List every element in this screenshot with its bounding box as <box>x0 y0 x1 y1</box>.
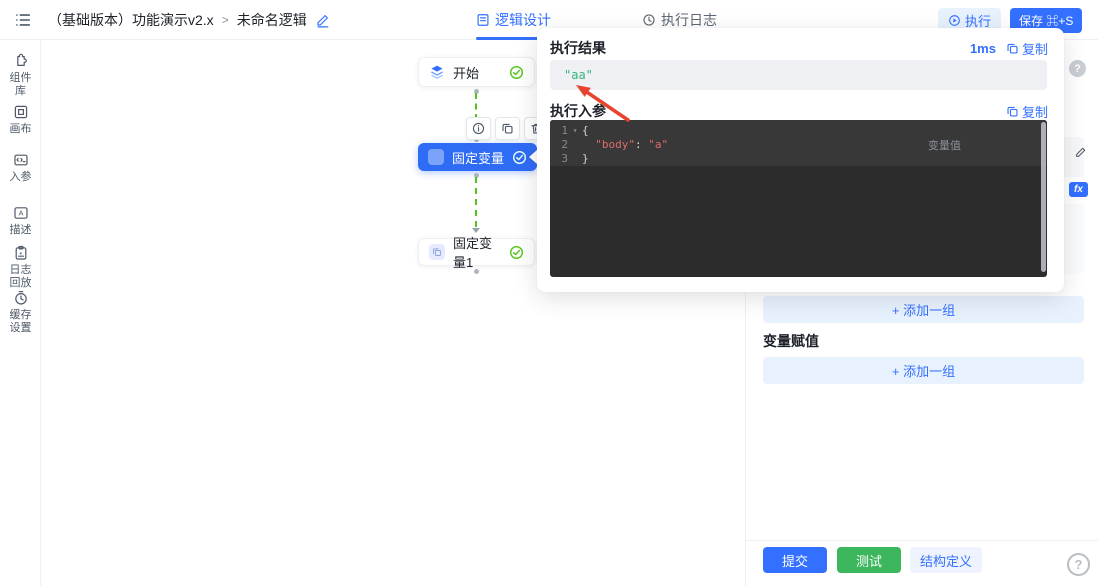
editor-scrollbar[interactable] <box>1041 122 1046 272</box>
sidebar-item-canvas[interactable]: 画布 <box>0 104 41 136</box>
breadcrumb: （基础版本）功能演示v2.x > 未命名逻辑 <box>48 0 330 40</box>
json-colon: : <box>635 138 649 151</box>
global-help-icon[interactable]: ? <box>1067 553 1090 576</box>
add-group-button[interactable]: + 添加一组 <box>763 357 1084 384</box>
copy-params-button[interactable]: 复制 <box>1006 102 1048 121</box>
editor-line: 1 ▾ { <box>550 124 1047 138</box>
svg-text:A: A <box>18 209 23 218</box>
footer-divider <box>746 540 1098 541</box>
sidebar-item-label: 缓存设置 <box>9 309 32 334</box>
params-header-row: 执行入参 复制 <box>550 101 1048 121</box>
description-icon: A <box>13 207 28 219</box>
variable-value-overlay-label: 变量值 <box>928 140 961 152</box>
left-sidebar: 组件库 画布 入参 A 描述 日志回放 缓存设置 <box>0 40 41 586</box>
copy-icon <box>1007 43 1018 54</box>
code-text: { <box>582 124 589 137</box>
input-params-icon <box>13 154 28 166</box>
save-button-label: 保存 ⌘+S <box>1019 14 1074 28</box>
json-code-editor[interactable]: 1 ▾ { 2 "body": "a" 3 } 变量值 <box>550 120 1047 277</box>
sidebar-item-description[interactable]: A 描述 <box>0 205 41 237</box>
sidebar-item-label: 描述 <box>9 224 32 236</box>
variable-icon <box>428 149 444 165</box>
breadcrumb-page: 未命名逻辑 <box>236 12 307 28</box>
result-value-box: "aa" <box>550 60 1047 90</box>
puzzle-icon <box>16 53 27 66</box>
sidebar-item-label: 入参 <box>9 171 32 183</box>
execution-result-popover: 执行结果 1ms 复制 "aa" 执行入参 复制 1 ▾ {2 "body":… <box>537 28 1064 292</box>
tab-execution-log-label: 执行日志 <box>661 11 717 28</box>
success-check-icon <box>509 245 524 259</box>
node-start[interactable]: 开始 <box>418 57 535 87</box>
code-text: } <box>582 152 589 165</box>
layers-icon <box>431 65 443 79</box>
line-number: 2 <box>561 138 568 151</box>
line-number: 1 <box>561 124 568 137</box>
json-value: "a" <box>648 138 669 151</box>
editor-line: 3 } <box>550 152 1047 166</box>
breadcrumb-project[interactable]: （基础版本）功能演示v2.x <box>48 10 214 30</box>
sidebar-item-component-library[interactable]: 组件库 <box>0 53 41 98</box>
sidebar-item-input-params[interactable]: 入参 <box>0 152 41 184</box>
node-fixed-variable[interactable]: 固定变量 <box>418 143 537 171</box>
rename-pencil-icon[interactable] <box>315 13 330 28</box>
fold-caret-icon[interactable]: ▾ <box>568 124 582 138</box>
app-root: （基础版本）功能演示v2.x > 未命名逻辑 执行日志 逻辑设计 执行 保存 ⌘… <box>0 0 1098 586</box>
connector-dashed <box>475 177 477 227</box>
sidebar-item-label: 画布 <box>9 123 32 135</box>
copy-label: 复制 <box>1021 41 1048 57</box>
node-fixed-variable-1[interactable]: 固定变量1 <box>418 236 535 270</box>
result-value: "aa" <box>564 68 593 82</box>
copy-icon[interactable] <box>495 117 520 140</box>
params-title: 执行入参 <box>550 103 606 119</box>
sidebar-item-label: 日志回放 <box>9 264 32 289</box>
tab-logic-design-label: 逻辑设计 <box>495 11 551 28</box>
node-label: 固定变量 <box>452 150 505 166</box>
log-replay-icon <box>15 245 26 260</box>
copy-icon <box>1007 106 1018 117</box>
panel-pointer-arrow <box>529 150 537 164</box>
json-key: "body" <box>595 138 635 151</box>
connector-dot <box>474 269 479 274</box>
help-badge[interactable]: ? <box>1069 60 1086 77</box>
duration-badge: 1ms <box>969 40 996 56</box>
node-label: 开始 <box>453 65 480 81</box>
add-group-button[interactable]: + 添加一组 <box>763 296 1084 323</box>
variable-assign-title: 变量赋值 <box>763 333 819 349</box>
result-title: 执行结果 <box>550 40 606 56</box>
editor-line: 2 "body": "a" <box>550 138 1047 152</box>
success-check-icon <box>512 150 527 164</box>
sidebar-item-log-replay[interactable]: 日志回放 <box>0 245 41 290</box>
breadcrumb-separator: > <box>221 13 229 27</box>
cache-settings-icon <box>14 291 27 305</box>
success-check-icon <box>509 65 524 79</box>
submit-button[interactable]: 提交 <box>763 547 827 573</box>
schema-definition-button[interactable]: 结构定义 <box>910 547 982 573</box>
copy-label: 复制 <box>1021 104 1048 120</box>
sidebar-item-label: 组件库 <box>9 72 32 97</box>
result-header-row: 执行结果 1ms 复制 <box>550 38 1048 58</box>
node-label: 固定变量1 <box>453 236 493 270</box>
edit-pencil-icon[interactable] <box>1074 146 1087 159</box>
menu-list-icon[interactable] <box>12 9 34 31</box>
copy-result-button[interactable]: 复制 <box>1006 39 1048 58</box>
sidebar-item-cache-settings[interactable]: 缓存设置 <box>0 290 41 335</box>
test-button[interactable]: 测试 <box>837 547 901 573</box>
fx-expression-button[interactable]: fx <box>1069 182 1088 197</box>
line-number: 3 <box>561 152 568 165</box>
canvas-icon <box>14 105 27 119</box>
active-tab-underline <box>476 37 542 40</box>
variable-icon <box>429 244 445 260</box>
info-icon[interactable] <box>466 117 491 140</box>
